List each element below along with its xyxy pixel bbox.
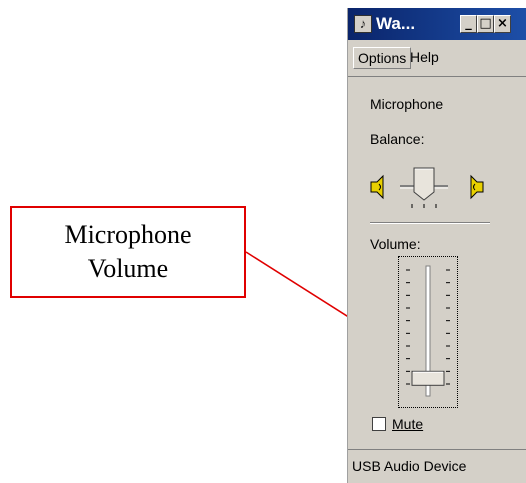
menu-options[interactable]: Options (353, 47, 412, 69)
volume-slider[interactable] (398, 256, 458, 408)
speaker-left-icon (370, 174, 384, 200)
maximize-button[interactable]: □ (477, 15, 494, 33)
menu-bar: Options Help (348, 40, 526, 77)
balance-label: Balance: (370, 131, 425, 147)
title-bar[interactable]: ♪ Wa... _ □ × (348, 8, 526, 40)
balance-ticks (411, 204, 437, 208)
balance-control (370, 167, 484, 208)
status-bar: USB Audio Device (348, 449, 526, 483)
maximize-icon: □ (479, 16, 492, 31)
volume-label: Volume: (370, 236, 421, 252)
volume-slider-thumb[interactable] (411, 370, 445, 386)
mute-label[interactable]: Mute (392, 416, 423, 432)
speaker-right-icon (470, 174, 484, 200)
minimize-button[interactable]: _ (460, 15, 477, 33)
close-button[interactable]: × (494, 15, 511, 33)
minimize-icon: _ (465, 16, 472, 31)
channel-name: Microphone (370, 96, 444, 112)
device-name: USB Audio Device (352, 458, 467, 474)
menu-help[interactable]: Help (406, 47, 443, 67)
window-title: Wa... (376, 14, 416, 33)
separator (370, 222, 490, 224)
volume-control-app-icon[interactable]: ♪ (354, 15, 372, 33)
mute-checkbox[interactable] (372, 417, 386, 431)
volume-ticks-right (446, 269, 450, 385)
volume-control-window: ♪ Wa... _ □ × Options Help Microphone Ba… (347, 8, 526, 483)
balance-slider-thumb[interactable] (413, 167, 435, 201)
volume-ticks-left (406, 269, 410, 385)
close-icon: × (497, 16, 508, 31)
